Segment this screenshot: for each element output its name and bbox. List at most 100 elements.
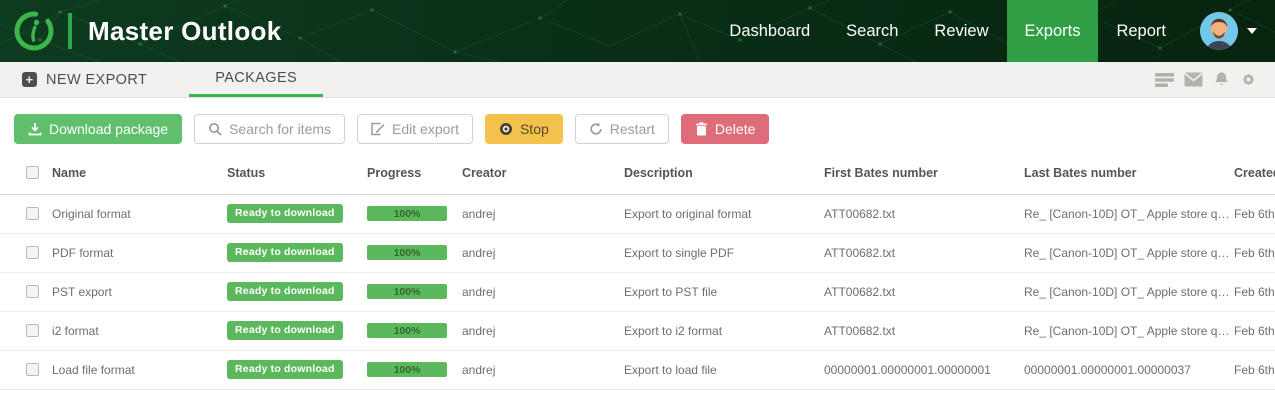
tab-packages-label: PACKAGES [215,70,297,86]
column-header-description: Description [622,152,822,194]
mail-icon[interactable] [1184,72,1203,87]
status-badge: Ready to download [227,204,343,223]
main-nav: Dashboard Search Review Exports Report [711,0,1275,62]
progress-bar: 100% [367,362,447,377]
brand-divider [68,13,72,49]
column-header-first-bates: First Bates number [822,152,1022,194]
cell-first-bates: ATT00682.txt [822,233,1022,272]
progress-label: 100% [394,325,421,337]
download-icon [28,122,42,136]
cell-first-bates: ATT00682.txt [822,311,1022,350]
cell-last-bates: Re_ [Canon-10D] OT_ Apple store q… [1022,194,1232,233]
column-header-status: Status [225,152,365,194]
cell-description: Export to load file [622,350,822,389]
cell-description: Export to single PDF [622,233,822,272]
nav-item-report[interactable]: Report [1098,0,1184,62]
cell-first-bates: ATT00682.txt [822,194,1022,233]
nav-item-review[interactable]: Review [916,0,1006,62]
table-row[interactable]: Load file format Ready to download 100% … [0,350,1275,389]
user-menu-chevron-down-icon[interactable] [1247,28,1257,34]
cell-last-bates: Re_ [Canon-10D] OT_ Apple store q… [1022,233,1232,272]
row-checkbox[interactable] [26,207,39,220]
column-header-creator: Creator [460,152,622,194]
search-items-button[interactable]: Search for items [194,114,345,144]
status-badge: Ready to download [227,360,343,379]
row-checkbox[interactable] [26,363,39,376]
column-header-name: Name [50,152,225,194]
cell-progress: 100% [365,350,460,389]
plus-icon: + [22,72,37,87]
cell-status: Ready to download [225,194,365,233]
cell-created: Feb 6th 20 [1232,272,1275,311]
avatar[interactable] [1200,12,1238,50]
table-body: Original format Ready to download 100% a… [0,194,1275,389]
row-checkbox[interactable] [26,285,39,298]
progress-bar: 100% [367,323,447,338]
column-header-progress: Progress [365,152,460,194]
cell-name: Load file format [50,350,225,389]
cell-creator: andrej [460,311,622,350]
column-header-created: Created [1232,152,1275,194]
status-badge: Ready to download [227,282,343,301]
nav-item-exports[interactable]: Exports [1007,0,1099,62]
cell-first-bates: ATT00682.txt [822,272,1022,311]
brand-logo-icon[interactable] [12,9,56,53]
stop-button[interactable]: Stop [485,114,563,144]
cell-name: Original format [50,194,225,233]
cell-description: Export to original format [622,194,822,233]
select-all-checkbox[interactable] [26,166,39,179]
progress-bar: 100% [367,206,447,221]
restart-icon [589,122,603,136]
cell-status: Ready to download [225,272,365,311]
table-row[interactable]: PST export Ready to download 100% andrej… [0,272,1275,311]
cell-created: Feb 6th 20 [1232,194,1275,233]
edit-export-button[interactable]: Edit export [357,114,473,144]
sub-tabbar: + NEW EXPORT PACKAGES [0,62,1275,98]
edit-icon [371,122,385,136]
progress-label: 100% [394,364,421,376]
row-checkbox[interactable] [26,246,39,259]
cell-description: Export to i2 format [622,311,822,350]
tab-new-export[interactable]: + NEW EXPORT [0,62,167,97]
nav-item-dashboard[interactable]: Dashboard [711,0,828,62]
app-title: Master Outlook [88,16,281,47]
table-row[interactable]: PDF format Ready to download 100% andrej… [0,233,1275,272]
progress-bar: 100% [367,245,447,260]
cell-name: i2 format [50,311,225,350]
cell-first-bates: 00000001.00000001.00000001 [822,350,1022,389]
column-header-last-bates: Last Bates number [1022,152,1232,194]
restart-button[interactable]: Restart [575,114,669,144]
cell-name: PDF format [50,233,225,272]
cell-status: Ready to download [225,350,365,389]
cell-progress: 100% [365,233,460,272]
server-icon[interactable] [1155,72,1174,88]
bell-icon[interactable] [1213,71,1230,88]
cell-status: Ready to download [225,233,365,272]
utility-icons [1155,62,1275,97]
cell-creator: andrej [460,350,622,389]
app-header: Master Outlook Dashboard Search Review E… [0,0,1275,62]
stop-icon [499,122,513,136]
action-toolbar: Download package Search for items Edit e… [0,98,1275,152]
cell-progress: 100% [365,272,460,311]
progress-label: 100% [394,208,421,220]
nav-item-search[interactable]: Search [828,0,916,62]
cell-name: PST export [50,272,225,311]
cell-progress: 100% [365,311,460,350]
tab-new-export-label: NEW EXPORT [46,72,147,88]
cell-created: Feb 6th 20 [1232,350,1275,389]
table-row[interactable]: i2 format Ready to download 100% andrej … [0,311,1275,350]
cell-last-bates: Re_ [Canon-10D] OT_ Apple store q… [1022,272,1232,311]
tab-packages[interactable]: PACKAGES [189,62,323,97]
row-checkbox[interactable] [26,324,39,337]
gear-icon[interactable] [1240,71,1257,88]
table-row[interactable]: Original format Ready to download 100% a… [0,194,1275,233]
cell-status: Ready to download [225,311,365,350]
cell-creator: andrej [460,272,622,311]
download-package-button[interactable]: Download package [14,114,182,144]
packages-table: Name Status Progress Creator Description… [0,152,1275,390]
cell-creator: andrej [460,233,622,272]
delete-button[interactable]: Delete [681,114,769,144]
progress-label: 100% [394,286,421,298]
status-badge: Ready to download [227,321,343,340]
